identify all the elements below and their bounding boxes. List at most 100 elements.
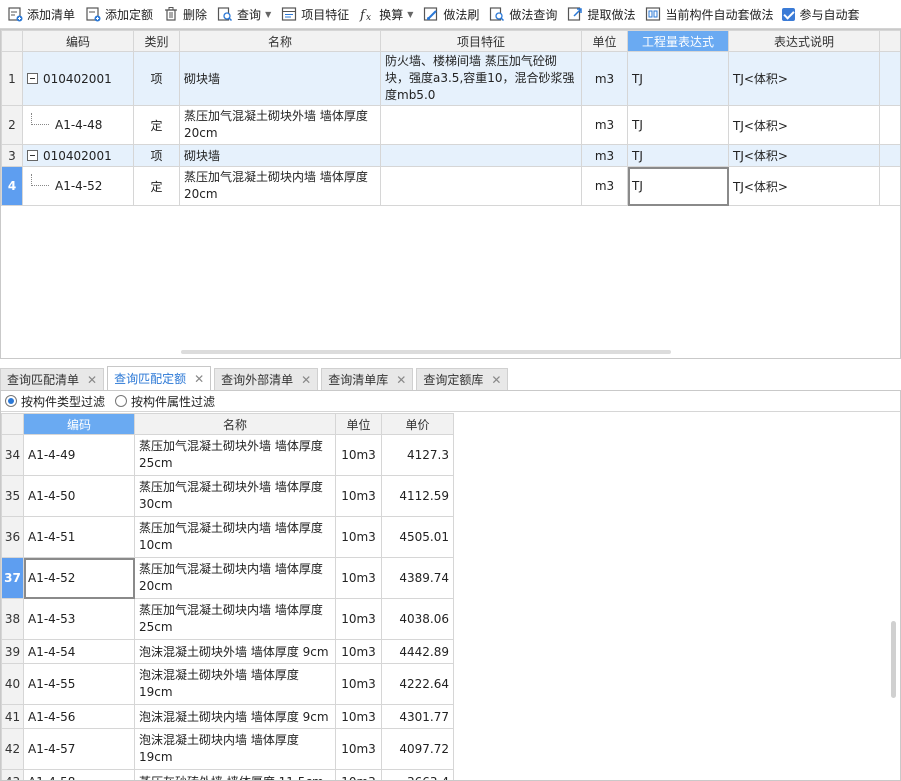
collapse-icon[interactable] bbox=[27, 150, 38, 161]
code-cell[interactable]: A1-4-52 bbox=[22, 166, 134, 206]
query-button[interactable]: 查询 ▼ bbox=[214, 3, 274, 25]
table-row[interactable]: 35 A1-4-50 蒸压加气混凝土砌块外墙 墙体厚度30cm 10m3 411… bbox=[1, 475, 454, 517]
horizontal-scrollbar[interactable] bbox=[181, 350, 671, 354]
unit-cell[interactable]: 10m3 bbox=[335, 639, 382, 664]
row-number[interactable]: 2 bbox=[1, 105, 23, 145]
close-icon[interactable]: ✕ bbox=[396, 373, 406, 387]
collapse-icon[interactable] bbox=[27, 73, 38, 84]
category-cell[interactable]: 定 bbox=[133, 105, 180, 145]
code-cell[interactable]: A1-4-49 bbox=[23, 434, 135, 476]
unit-cell[interactable]: 10m3 bbox=[335, 704, 382, 729]
price-cell[interactable]: 4127.3 bbox=[381, 434, 454, 476]
tab-match-list[interactable]: 查询匹配清单 ✕ bbox=[0, 368, 105, 390]
code-cell[interactable]: A1-4-54 bbox=[23, 639, 135, 664]
code-cell[interactable]: A1-4-48 bbox=[22, 105, 134, 145]
row-number[interactable]: 40 bbox=[1, 663, 24, 705]
header-category[interactable]: 类别 bbox=[133, 30, 180, 52]
filter-by-type-radio[interactable]: 按构件类型过滤 bbox=[5, 393, 105, 410]
chevron-down-icon[interactable]: ▼ bbox=[407, 10, 413, 19]
price-cell[interactable]: 4112.59 bbox=[381, 475, 454, 517]
table-row[interactable]: 41 A1-4-56 泡沫混凝土砌块内墙 墙体厚度 9cm 10m3 4301.… bbox=[1, 704, 454, 729]
expression-cell[interactable]: TJ bbox=[627, 144, 729, 167]
radio-icon[interactable] bbox=[115, 395, 128, 407]
table-row[interactable]: 37 A1-4-52 蒸压加气混凝土砌块内墙 墙体厚度20cm 10m3 438… bbox=[1, 557, 454, 599]
row-number[interactable]: 38 bbox=[1, 598, 24, 640]
price-cell[interactable]: 4038.06 bbox=[381, 598, 454, 640]
item-feature-button[interactable]: 项目特征 bbox=[278, 3, 352, 25]
header-price[interactable]: 单价 bbox=[381, 413, 454, 435]
table-row[interactable]: 36 A1-4-51 蒸压加气混凝土砌块内墙 墙体厚度10cm 10m3 450… bbox=[1, 516, 454, 558]
unit-cell[interactable]: 10m3 bbox=[335, 557, 382, 599]
code-cell[interactable]: A1-4-50 bbox=[23, 475, 135, 517]
row-number[interactable]: 37 bbox=[1, 557, 24, 599]
name-cell[interactable]: 蒸压加气混凝土砌块外墙 墙体厚度25cm bbox=[134, 434, 336, 476]
method-query-button[interactable]: 做法查询 bbox=[486, 3, 560, 25]
vertical-scrollbar[interactable] bbox=[891, 621, 896, 698]
extract-method-button[interactable]: 提取做法 bbox=[564, 3, 638, 25]
header-feature[interactable]: 项目特征 bbox=[380, 30, 582, 52]
name-cell[interactable]: 泡沫混凝土砌块内墙 墙体厚度 9cm bbox=[134, 704, 336, 729]
radio-selected-icon[interactable] bbox=[5, 395, 17, 407]
name-cell[interactable]: 蒸压加气混凝土砌块内墙 墙体厚度20cm bbox=[134, 557, 336, 599]
code-cell[interactable]: A1-4-56 bbox=[23, 704, 135, 729]
name-cell[interactable]: 蒸压加气混凝土砌块内墙 墙体厚度25cm bbox=[134, 598, 336, 640]
table-row[interactable]: 34 A1-4-49 蒸压加气混凝土砌块外墙 墙体厚度25cm 10m3 412… bbox=[1, 434, 454, 476]
delete-button[interactable]: 删除 bbox=[160, 3, 210, 25]
price-cell[interactable]: 4097.72 bbox=[381, 728, 454, 770]
price-cell[interactable]: 4222.64 bbox=[381, 663, 454, 705]
unit-cell[interactable]: 10m3 bbox=[335, 728, 382, 770]
add-list-button[interactable]: 添加清单 bbox=[4, 3, 78, 25]
name-cell[interactable]: 蒸压加气混凝土砌块外墙 墙体厚度30cm bbox=[134, 475, 336, 517]
row-number[interactable]: 4 bbox=[1, 166, 23, 206]
row-number[interactable]: 34 bbox=[1, 434, 24, 476]
checkbox-checked-icon[interactable] bbox=[782, 7, 796, 21]
table-row[interactable]: 43 A1-4-58 蒸压灰砂砖外墙 墙体厚度 11.5cm 10m3 3663… bbox=[1, 769, 454, 780]
header-code[interactable]: 编码 bbox=[23, 413, 135, 435]
header-expression[interactable]: 工程量表达式 bbox=[627, 30, 729, 52]
feature-cell[interactable]: 防火墙、楼梯间墙 蒸压加气砼砌块，强度a3.5,容重10，混合砂浆强度mb5.0 bbox=[380, 51, 582, 106]
row-number[interactable]: 41 bbox=[1, 704, 24, 729]
table-row[interactable]: 40 A1-4-55 泡沫混凝土砌块外墙 墙体厚度19cm 10m3 4222.… bbox=[1, 663, 454, 705]
code-cell[interactable]: 010402001 bbox=[22, 144, 134, 167]
category-cell[interactable]: 项 bbox=[133, 144, 180, 167]
header-explain[interactable]: 表达式说明 bbox=[728, 30, 880, 52]
feature-cell[interactable] bbox=[380, 166, 582, 206]
close-icon[interactable]: ✕ bbox=[301, 373, 311, 387]
code-cell[interactable]: 010402001 bbox=[22, 51, 134, 106]
add-quota-button[interactable]: 添加定额 bbox=[82, 3, 156, 25]
code-cell[interactable]: A1-4-53 bbox=[23, 598, 135, 640]
code-cell[interactable]: A1-4-57 bbox=[23, 728, 135, 770]
name-cell[interactable]: 泡沫混凝土砌块外墙 墙体厚度19cm bbox=[134, 663, 336, 705]
price-cell[interactable]: 4389.74 bbox=[381, 557, 454, 599]
price-cell[interactable]: 4505.01 bbox=[381, 516, 454, 558]
expression-cell[interactable]: TJ bbox=[627, 51, 729, 106]
name-cell[interactable]: 蒸压加气混凝土砌块内墙 墙体厚度10cm bbox=[134, 516, 336, 558]
unit-cell[interactable]: m3 bbox=[581, 144, 628, 167]
category-cell[interactable]: 定 bbox=[133, 166, 180, 206]
close-icon[interactable]: ✕ bbox=[491, 373, 501, 387]
method-brush-button[interactable]: 做法刷 bbox=[420, 3, 482, 25]
tab-list-library[interactable]: 查询清单库 ✕ bbox=[321, 368, 414, 390]
code-cell[interactable]: A1-4-55 bbox=[23, 663, 135, 705]
price-cell[interactable]: 4301.77 bbox=[381, 704, 454, 729]
name-cell[interactable]: 蒸压加气混凝土砌块内墙 墙体厚度20cm bbox=[179, 166, 381, 206]
filter-by-attr-radio[interactable]: 按构件属性过滤 bbox=[115, 393, 215, 410]
table-row[interactable]: 1 010402001 项 砌块墙 防火墙、楼梯间墙 蒸压加气砼砌块，强度a3.… bbox=[1, 51, 900, 106]
name-cell[interactable]: 砌块墙 bbox=[179, 51, 381, 106]
header-code[interactable]: 编码 bbox=[22, 30, 134, 52]
row-number[interactable]: 42 bbox=[1, 728, 24, 770]
name-cell[interactable]: 泡沫混凝土砌块外墙 墙体厚度 9cm bbox=[134, 639, 336, 664]
name-cell[interactable]: 泡沫混凝土砌块内墙 墙体厚度19cm bbox=[134, 728, 336, 770]
header-unit[interactable]: 单位 bbox=[335, 413, 382, 435]
unit-cell[interactable]: m3 bbox=[581, 105, 628, 145]
unit-cell[interactable]: 10m3 bbox=[335, 475, 382, 517]
row-number[interactable]: 36 bbox=[1, 516, 24, 558]
row-number[interactable]: 39 bbox=[1, 639, 24, 664]
convert-button[interactable]: fx 换算 ▼ bbox=[356, 3, 416, 25]
tab-external-list[interactable]: 查询外部清单 ✕ bbox=[214, 368, 319, 390]
table-row[interactable]: 38 A1-4-53 蒸压加气混凝土砌块内墙 墙体厚度25cm 10m3 403… bbox=[1, 598, 454, 640]
chevron-down-icon[interactable]: ▼ bbox=[265, 10, 271, 19]
price-cell[interactable]: 4442.89 bbox=[381, 639, 454, 664]
header-unit[interactable]: 单位 bbox=[581, 30, 628, 52]
table-row[interactable]: 4 A1-4-52 定 蒸压加气混凝土砌块内墙 墙体厚度20cm m3 TJ T… bbox=[1, 166, 900, 206]
